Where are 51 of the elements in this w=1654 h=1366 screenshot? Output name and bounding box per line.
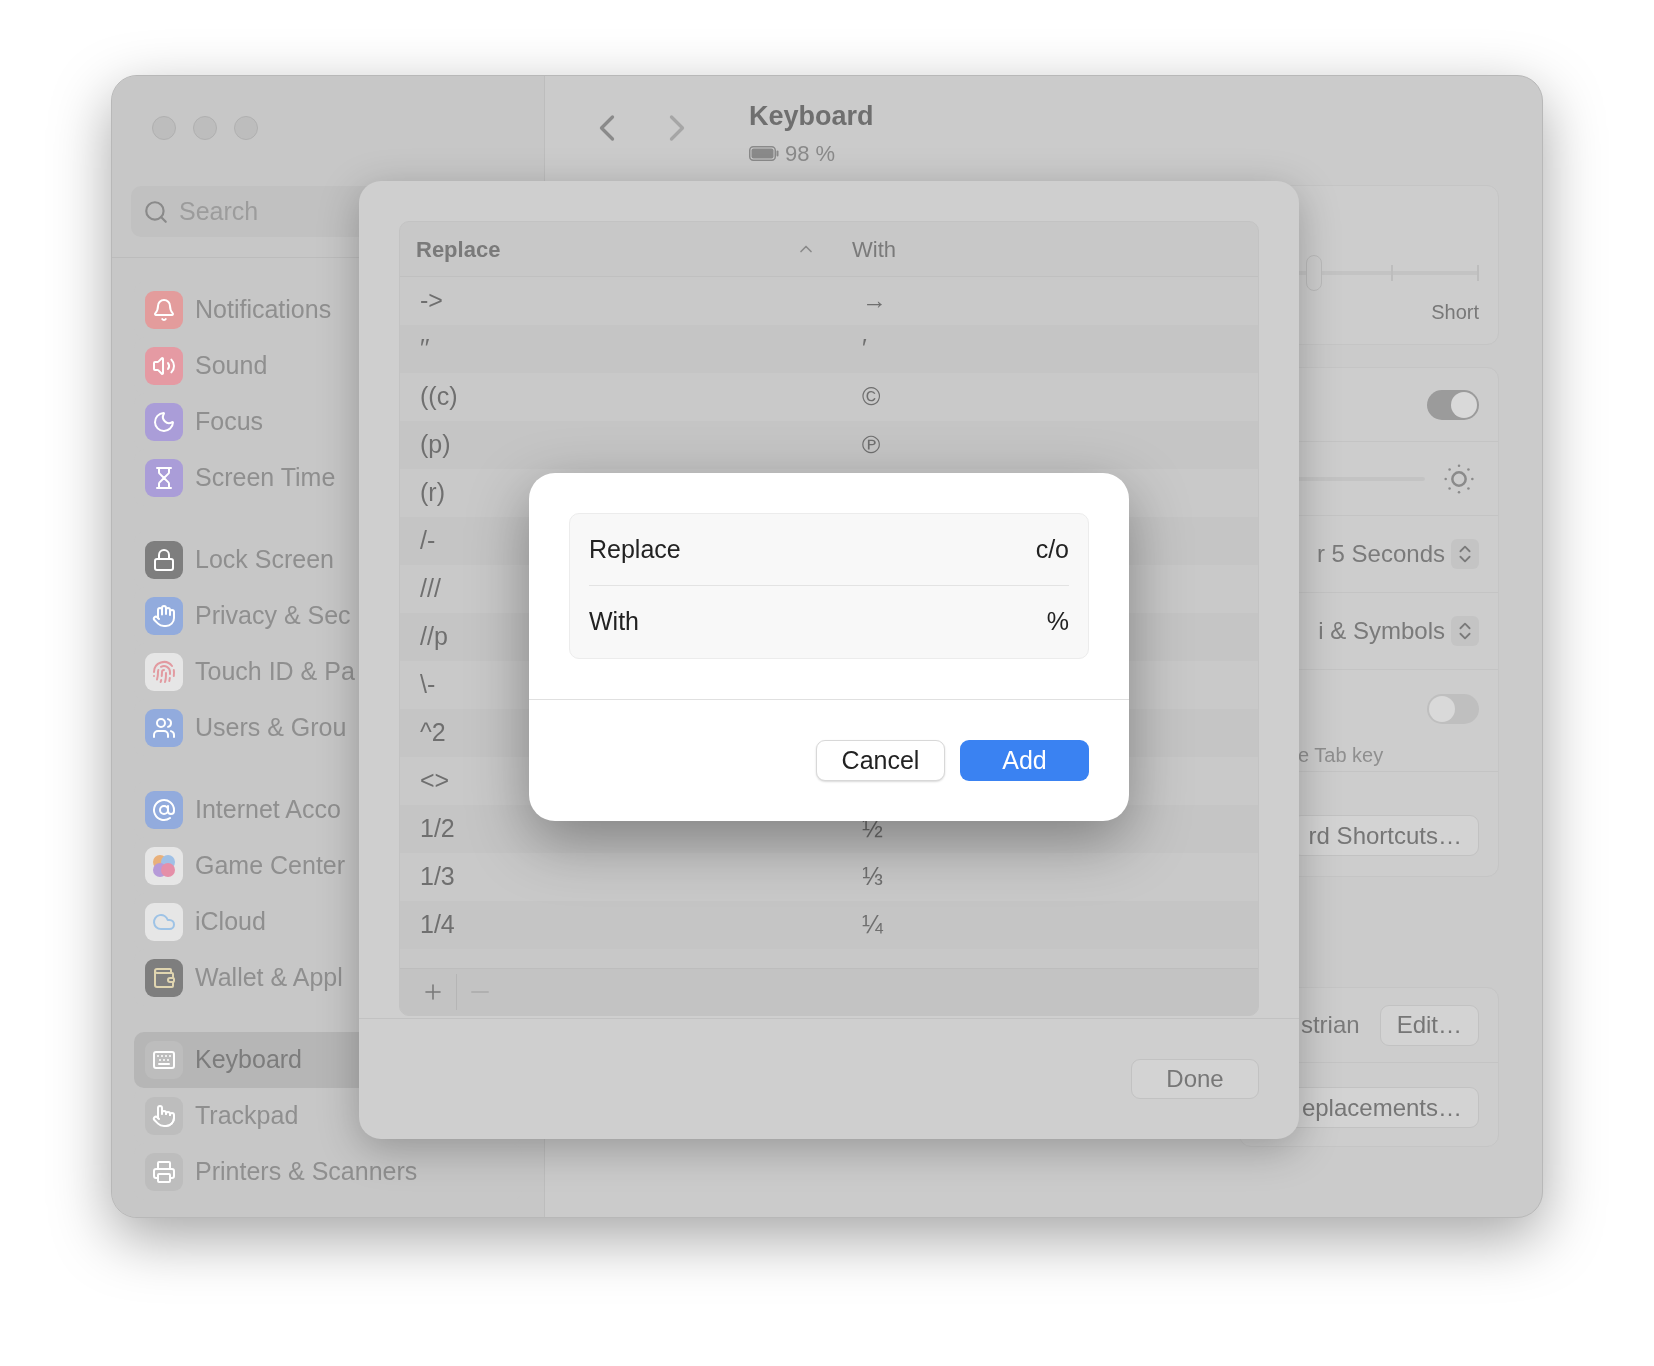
table-cell: \- — [420, 670, 436, 699]
setting-value: strian — [1300, 1010, 1360, 1040]
table-cell-text: ⅓ — [861, 861, 883, 893]
hourglass-icon — [145, 459, 183, 497]
table-cell: -> — [420, 286, 443, 315]
window-control-icon[interactable] — [234, 116, 258, 140]
table-cell-text: © — [861, 381, 881, 413]
table-cell-text: ℗ — [861, 429, 881, 461]
table-cell: (r) — [420, 478, 445, 507]
settings-button[interactable]: Edit… — [1379, 1004, 1479, 1046]
toggle-switch[interactable] — [1427, 694, 1479, 724]
up-down-chevron-icon — [1451, 539, 1479, 569]
printer-icon — [145, 1153, 183, 1191]
table-cell: ^2 — [420, 718, 446, 747]
battery-level: 98 % — [785, 139, 836, 168]
battery-icon — [749, 145, 779, 161]
keyboard-icon — [145, 1041, 183, 1079]
text-field[interactable]: % — [869, 603, 1069, 641]
up-down-chevron-icon — [1451, 616, 1479, 646]
slider-thumb[interactable] — [1306, 255, 1322, 291]
field-label: With — [589, 606, 639, 638]
table-cell-text: ¼ — [861, 909, 883, 941]
lock-icon — [145, 541, 183, 579]
table-cell-text: ′ — [861, 333, 867, 365]
search-icon — [143, 198, 169, 225]
people-icon — [145, 709, 183, 747]
done-button[interactable]: Done — [1131, 1059, 1259, 1099]
fingerprint-icon — [145, 653, 183, 691]
speaker-icon — [145, 347, 183, 385]
at-sign-icon — [145, 791, 183, 829]
hand-pointer-icon — [145, 1097, 183, 1135]
wallet-icon — [145, 959, 183, 997]
table-cell: 1/4 — [420, 910, 455, 939]
table-cell: 1/3 — [420, 862, 455, 891]
popup-button[interactable]: r 5 Seconds — [1316, 536, 1479, 572]
circles-icon — [145, 847, 183, 885]
moon-icon — [145, 403, 183, 441]
text-field[interactable]: c/o — [869, 530, 1069, 569]
cloud-icon — [145, 903, 183, 941]
hand-icon — [145, 597, 183, 635]
field-label: Replace — [589, 533, 681, 565]
table-cell-text: → — [861, 285, 887, 317]
column-header[interactable]: With — [836, 232, 896, 266]
slider-caption: Short — [1431, 300, 1479, 325]
bell-icon — [145, 291, 183, 329]
popup-button[interactable]: i & Symbols — [1318, 613, 1479, 649]
add-button[interactable]: Add — [960, 740, 1089, 781]
cancel-button[interactable]: Cancel — [816, 740, 945, 781]
window-title: Keyboard — [749, 100, 874, 133]
toggle-switch[interactable] — [1427, 389, 1479, 420]
setting-caption: e Tab key — [1298, 743, 1384, 768]
